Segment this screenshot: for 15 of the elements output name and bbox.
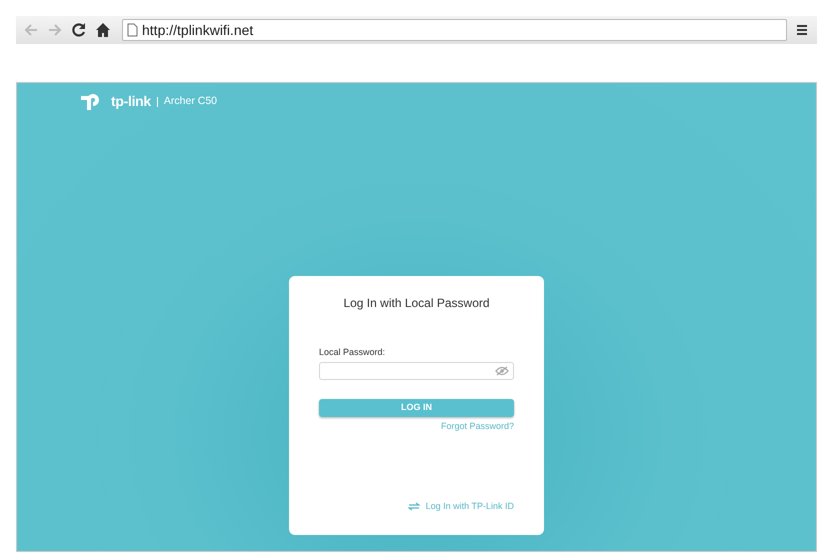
- address-bar[interactable]: http://tplinkwifi.net: [122, 19, 787, 41]
- reload-icon[interactable]: [70, 21, 88, 39]
- password-field[interactable]: [319, 362, 514, 380]
- login-title: Log In with Local Password: [342, 295, 491, 312]
- home-icon[interactable]: [94, 21, 112, 39]
- tplink-id-login-link[interactable]: Log In with TP-Link ID: [408, 500, 514, 513]
- swap-icon: [408, 502, 420, 511]
- password-label: Local Password:: [319, 346, 386, 359]
- eye-slash-icon[interactable]: [495, 366, 509, 376]
- model-name: Archer C50: [164, 94, 218, 109]
- url-text: http://tplinkwifi.net: [142, 20, 254, 40]
- page-icon: [127, 23, 138, 37]
- forgot-password-link[interactable]: Forgot Password?: [440, 420, 514, 433]
- login-button[interactable]: LOG IN: [319, 398, 514, 416]
- brand-name: tp-link: [111, 92, 151, 111]
